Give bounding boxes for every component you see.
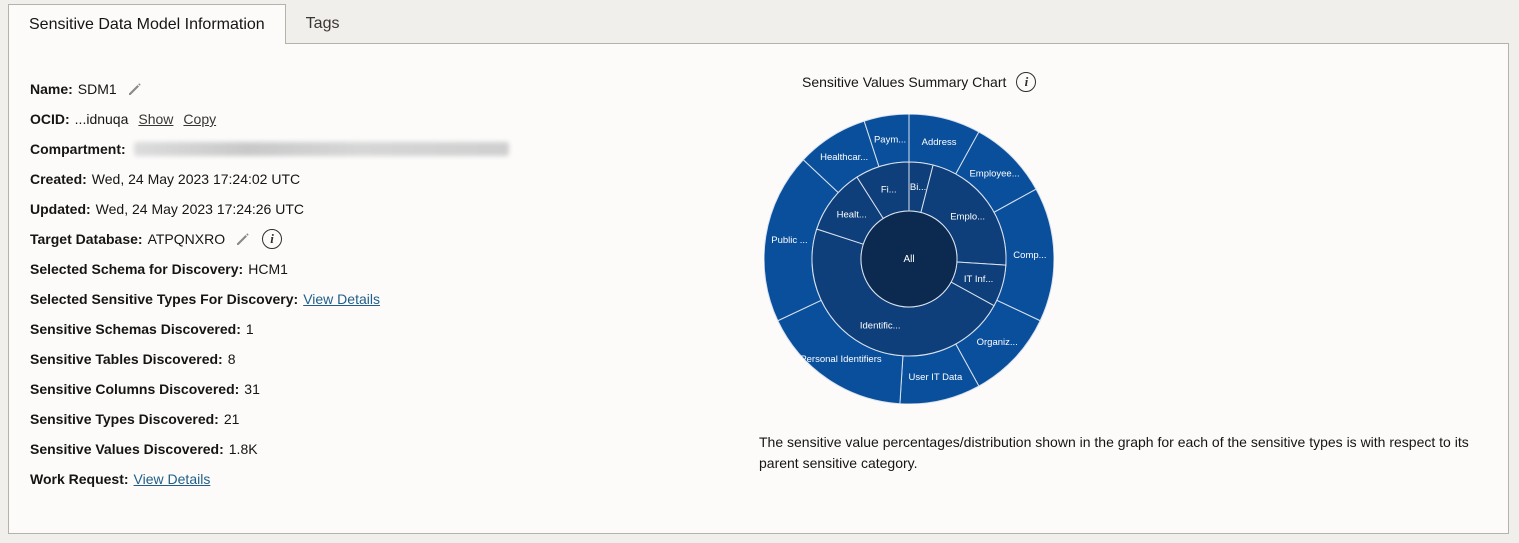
schema-row: Selected Schema for Discovery: HCM1	[30, 254, 730, 284]
outer-label-7: Healthcar...	[820, 152, 868, 163]
name-value: SDM1	[77, 81, 117, 97]
ocid-value: ...idnuqa	[74, 111, 129, 127]
work-request-row: Work Request: View Details	[30, 464, 730, 494]
ocid-label: OCID:	[30, 111, 70, 127]
values-discovered-value: 1.8K	[228, 441, 258, 457]
selected-types-view-details-link[interactable]: View Details	[303, 291, 380, 307]
name-row: Name: SDM1	[30, 74, 730, 104]
target-database-info-icon[interactable]: i	[262, 229, 283, 249]
inner-label-1: Emplo...	[950, 211, 985, 222]
schema-label: Selected Schema for Discovery:	[30, 261, 244, 277]
work-request-view-details-link[interactable]: View Details	[134, 471, 211, 487]
sunburst-chart: Address Employee... Comp... Organiz... User …	[763, 113, 1055, 405]
chart-title: Sensitive Values Summary Chart	[802, 74, 1007, 90]
selected-types-label: Selected Sensitive Types For Discovery:	[30, 291, 299, 307]
tables-discovered-label: Sensitive Tables Discovered:	[30, 351, 223, 367]
types-discovered-row: Sensitive Types Discovered: 21	[30, 404, 730, 434]
inner-label-3: Identific...	[860, 321, 901, 332]
schemas-discovered-label: Sensitive Schemas Discovered:	[30, 321, 241, 337]
columns-discovered-value: 31	[244, 381, 260, 397]
outer-label-1: Employee...	[969, 168, 1019, 179]
columns-discovered-row: Sensitive Columns Discovered: 31	[30, 374, 730, 404]
schemas-discovered-row: Sensitive Schemas Discovered: 1	[30, 314, 730, 344]
tables-discovered-value: 8	[227, 351, 236, 367]
outer-label-3: Organiz...	[977, 337, 1018, 348]
edit-target-database-pencil-icon[interactable]	[234, 230, 252, 248]
inner-label-2: IT Inf...	[964, 274, 993, 285]
updated-value: Wed, 24 May 2023 17:24:26 UTC	[95, 201, 304, 217]
created-label: Created:	[30, 171, 87, 187]
schema-value: HCM1	[248, 261, 288, 277]
outer-label-6: Public ...	[771, 235, 807, 246]
ocid-copy-link[interactable]: Copy	[183, 111, 216, 127]
sunburst-svg: Address Employee... Comp... Organiz... User …	[763, 113, 1055, 405]
outer-label-8: Paym...	[874, 134, 906, 145]
outer-label-2: Comp...	[1013, 250, 1046, 261]
created-row: Created: Wed, 24 May 2023 17:24:02 UTC	[30, 164, 730, 194]
tab-bar: Sensitive Data Model Information Tags	[8, 4, 359, 44]
center-label: All	[903, 254, 914, 265]
details-list: Name: SDM1 OCID: ...idnuqa Show Copy Com…	[30, 74, 730, 494]
target-database-row: Target Database: ATPQNXRO i	[30, 224, 730, 254]
chart-footnote: The sensitive value percentages/distribu…	[759, 434, 1469, 471]
compartment-value-redacted	[133, 142, 509, 156]
work-request-label: Work Request:	[30, 471, 129, 487]
edit-name-pencil-icon[interactable]	[126, 80, 144, 98]
inner-label-4: Healt...	[837, 210, 867, 221]
chart-title-row: Sensitive Values Summary Chart i	[802, 72, 1042, 92]
columns-discovered-label: Sensitive Columns Discovered:	[30, 381, 240, 397]
ocid-show-link[interactable]: Show	[138, 111, 173, 127]
updated-row: Updated: Wed, 24 May 2023 17:24:26 UTC	[30, 194, 730, 224]
tables-discovered-row: Sensitive Tables Discovered: 8	[30, 344, 730, 374]
details-panel: Name: SDM1 OCID: ...idnuqa Show Copy Com…	[8, 43, 1509, 534]
inner-label-0: Bi...	[910, 182, 926, 193]
compartment-label: Compartment:	[30, 141, 126, 157]
updated-label: Updated:	[30, 201, 91, 217]
outer-label-0: Address	[922, 137, 957, 148]
tab-tags[interactable]: Tags	[286, 4, 360, 44]
inner-label-5: Fi...	[881, 184, 897, 195]
target-database-label: Target Database:	[30, 231, 143, 247]
chart-info-icon[interactable]: i	[1016, 72, 1037, 92]
outer-label-4: User IT Data	[909, 372, 963, 383]
values-discovered-label: Sensitive Values Discovered:	[30, 441, 224, 457]
values-discovered-row: Sensitive Values Discovered: 1.8K	[30, 434, 730, 464]
types-discovered-value: 21	[223, 411, 240, 427]
target-database-value: ATPQNXRO	[147, 231, 226, 247]
selected-types-row: Selected Sensitive Types For Discovery: …	[30, 284, 730, 314]
outer-label-5: Personal Identifiers	[800, 354, 882, 365]
schemas-discovered-value: 1	[245, 321, 254, 337]
name-label: Name:	[30, 81, 73, 97]
compartment-row: Compartment:	[30, 134, 730, 164]
created-value: Wed, 24 May 2023 17:24:02 UTC	[91, 171, 301, 187]
types-discovered-label: Sensitive Types Discovered:	[30, 411, 219, 427]
tab-sensitive-data-model-information[interactable]: Sensitive Data Model Information	[8, 4, 286, 44]
ocid-row: OCID: ...idnuqa Show Copy	[30, 104, 730, 134]
